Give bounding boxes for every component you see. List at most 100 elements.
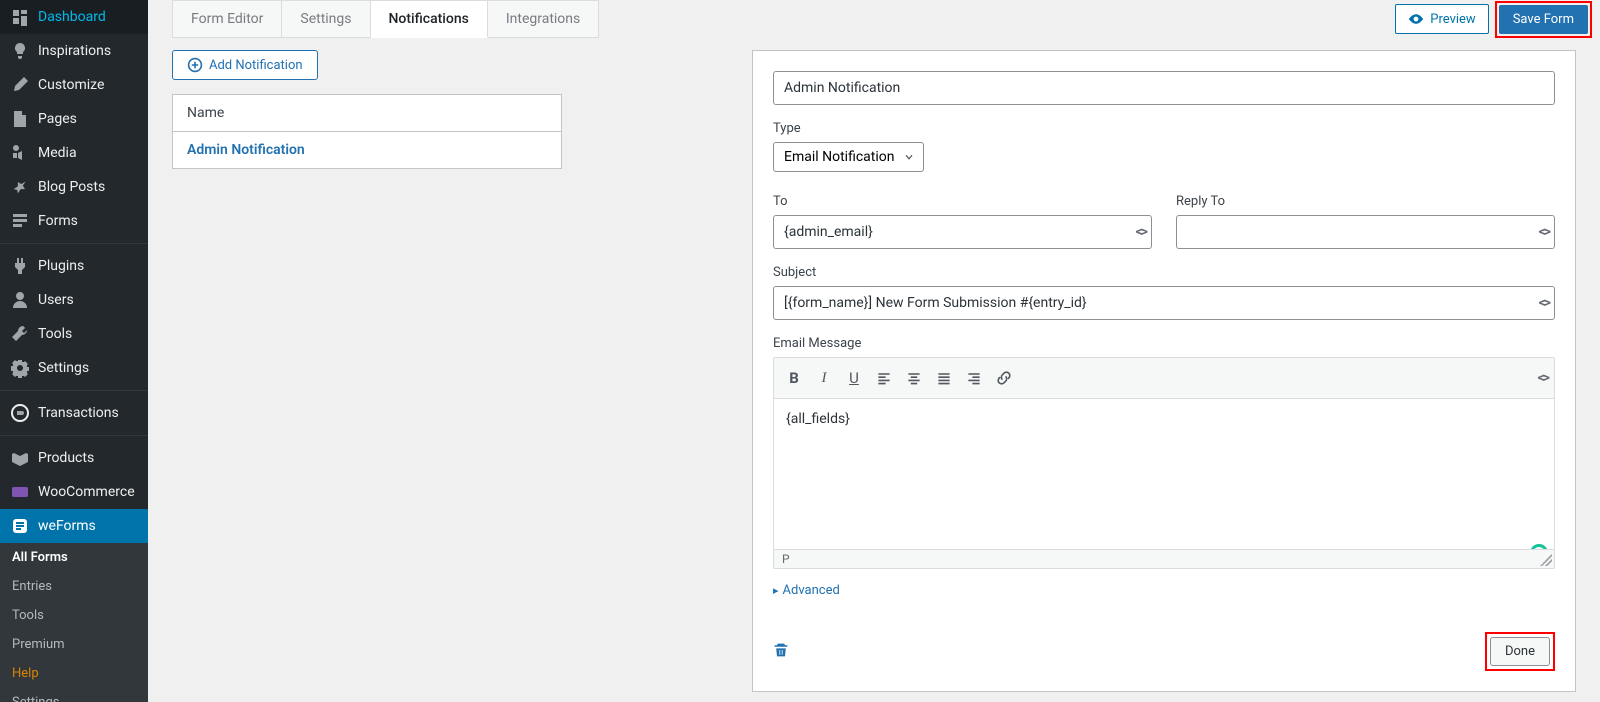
sidebar-label: Transactions (38, 405, 119, 421)
sidebar-item-inspirations[interactable]: Inspirations (0, 34, 148, 68)
sidebar-item-forms[interactable]: Forms (0, 204, 148, 238)
tools-icon (10, 324, 30, 344)
preview-button[interactable]: Preview (1395, 4, 1488, 34)
editor-path: P (782, 552, 790, 566)
top-bar: Form Editor Settings Notifications Integ… (148, 0, 1600, 38)
sidebar-item-media[interactable]: Media (0, 136, 148, 170)
sidebar-item-pages[interactable]: Pages (0, 102, 148, 136)
users-icon (10, 290, 30, 310)
italic-button[interactable]: I (810, 364, 838, 392)
submenu-item-entries[interactable]: Entries (0, 572, 148, 601)
sidebar-item-customize[interactable]: Customize (0, 68, 148, 102)
transactions-icon (10, 403, 30, 423)
sidebar-label: weForms (38, 518, 96, 534)
submenu-item-all-forms[interactable]: All Forms (0, 543, 148, 572)
shortcode-toggle-icon[interactable]: <> (1539, 295, 1549, 311)
sidebar-item-weforms[interactable]: weForms (0, 509, 148, 543)
notification-title-input[interactable] (773, 71, 1555, 105)
sidebar-separator (0, 435, 148, 436)
trash-icon (773, 642, 789, 658)
editor-toolbar: B I U <> (774, 358, 1554, 399)
notification-editor-column: Type Email Notification To <> (752, 50, 1576, 692)
save-form-button[interactable]: Save Form (1499, 5, 1588, 34)
sidebar-label: Dashboard (38, 9, 106, 25)
submenu-item-premium[interactable]: Premium (0, 630, 148, 659)
tab-settings[interactable]: Settings (282, 1, 370, 38)
sidebar-label: Plugins (38, 258, 84, 274)
link-button[interactable] (990, 364, 1018, 392)
sidebar-label: Forms (38, 213, 78, 229)
sidebar-item-products[interactable]: Products (0, 441, 148, 475)
dashboard-icon (10, 7, 30, 27)
sidebar-label: WooCommerce (38, 484, 135, 500)
sidebar-label: Tools (38, 326, 72, 342)
notification-row-link[interactable]: Admin Notification (187, 142, 305, 158)
to-replyto-row: To <> Reply To <> (773, 178, 1555, 249)
subject-input[interactable] (773, 286, 1555, 320)
sidebar-item-plugins[interactable]: Plugins (0, 249, 148, 283)
sidebar-item-settings[interactable]: Settings (0, 351, 148, 385)
shortcode-toggle-icon[interactable]: <> (1136, 224, 1146, 240)
sidebar-item-transactions[interactable]: Transactions (0, 396, 148, 430)
add-notification-button[interactable]: Add Notification (172, 50, 318, 80)
underline-button[interactable]: U (840, 364, 868, 392)
align-center-button[interactable] (900, 364, 928, 392)
tab-notifications[interactable]: Notifications (371, 1, 488, 38)
done-button[interactable]: Done (1490, 637, 1550, 666)
sidebar-item-blog-posts[interactable]: Blog Posts (0, 170, 148, 204)
weforms-icon (10, 516, 30, 536)
tab-integrations[interactable]: Integrations (488, 1, 598, 38)
subject-label: Subject (773, 265, 1555, 280)
type-select[interactable]: Email Notification (773, 142, 924, 172)
message-label: Email Message (773, 336, 1555, 351)
top-actions: Preview Save Form (1395, 1, 1600, 38)
lightbulb-icon (10, 41, 30, 61)
preview-label: Preview (1430, 12, 1475, 27)
reply-to-input[interactable] (1176, 215, 1555, 249)
type-label: Type (773, 121, 1555, 136)
to-input[interactable] (773, 215, 1152, 249)
bold-button[interactable]: B (780, 364, 808, 392)
tab-form-editor[interactable]: Form Editor (173, 1, 282, 38)
sidebar-label: Inspirations (38, 43, 111, 59)
brush-icon (10, 75, 30, 95)
notification-panel: Type Email Notification To <> (752, 50, 1576, 692)
submenu-item-settings[interactable]: Settings (0, 688, 148, 702)
content-area: Add Notification Name Admin Notification… (148, 38, 1600, 702)
done-highlight: Done (1485, 632, 1555, 671)
sidebar-submenu: All Forms Entries Tools Premium Help Set… (0, 543, 148, 702)
plus-circle-icon (187, 57, 203, 73)
notifications-list-column: Add Notification Name Admin Notification (172, 50, 562, 692)
save-highlight: Save Form (1495, 1, 1592, 38)
sidebar-item-tools[interactable]: Tools (0, 317, 148, 351)
notifications-table: Name Admin Notification (172, 94, 562, 169)
shortcode-toggle-icon[interactable]: <> (1539, 224, 1549, 240)
align-right-button[interactable] (960, 364, 988, 392)
products-icon (10, 448, 30, 468)
sidebar-item-users[interactable]: Users (0, 283, 148, 317)
submenu-item-tools[interactable]: Tools (0, 601, 148, 630)
form-tabs: Form Editor Settings Notifications Integ… (172, 0, 599, 38)
delete-notification-button[interactable] (773, 642, 789, 662)
sidebar-item-dashboard[interactable]: Dashboard (0, 0, 148, 34)
sidebar-label: Customize (38, 77, 104, 93)
pages-icon (10, 109, 30, 129)
editor-body[interactable]: {all_fields} (774, 399, 1554, 549)
align-left-button[interactable] (870, 364, 898, 392)
editor-status-bar: P (774, 549, 1554, 568)
settings-icon (10, 358, 30, 378)
reply-to-label: Reply To (1176, 194, 1555, 209)
sidebar-item-woocommerce[interactable]: WooCommerce (0, 475, 148, 509)
sidebar-label: Media (38, 145, 77, 161)
advanced-toggle[interactable]: Advanced (773, 583, 1555, 598)
resize-handle-icon[interactable] (1540, 554, 1552, 566)
table-header-name: Name (173, 95, 561, 132)
align-justify-button[interactable] (930, 364, 958, 392)
submenu-item-help[interactable]: Help (0, 659, 148, 688)
sidebar-separator (0, 243, 148, 244)
table-row: Admin Notification (173, 132, 561, 168)
add-notification-label: Add Notification (209, 58, 303, 73)
eye-icon (1408, 11, 1424, 27)
forms-icon (10, 211, 30, 231)
shortcode-toggle-icon[interactable]: <> (1538, 370, 1548, 386)
